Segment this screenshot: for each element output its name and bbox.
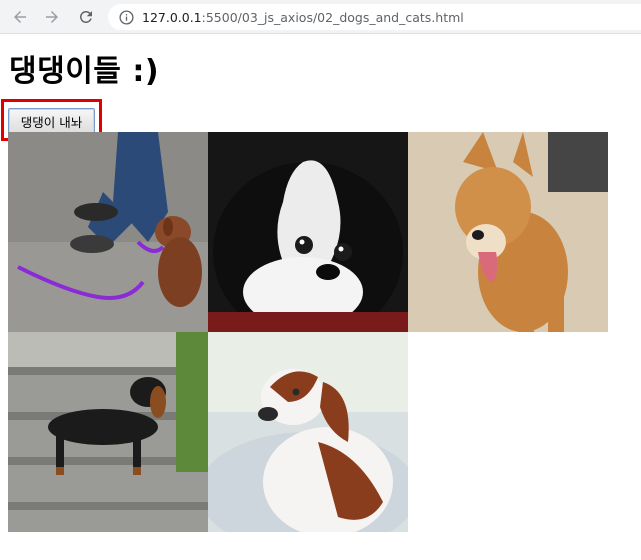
back-button[interactable] [8, 5, 32, 29]
dog-image-4 [8, 332, 208, 532]
forward-button[interactable] [40, 5, 64, 29]
address-bar[interactable]: 127.0.0.1:5500/03_js_axios/02_dogs_and_c… [108, 4, 641, 30]
fetch-dogs-button[interactable]: 댕댕이 내놔 [8, 108, 95, 134]
url-path: :5500/03_js_axios/02_dogs_and_cats.html [201, 9, 464, 25]
arrow-left-icon [14, 11, 26, 23]
dog-image-5 [208, 332, 408, 532]
dog-image-3 [408, 132, 608, 332]
page-title: 댕댕이들 :) [9, 54, 160, 89]
url-text: 127.0.0.1:5500/03_js_axios/02_dogs_and_c… [142, 10, 464, 25]
reload-icon [79, 10, 92, 23]
arrow-right-icon [46, 11, 58, 23]
url-host: 127.0.0.1 [142, 9, 202, 25]
browser-toolbar: 127.0.0.1:5500/03_js_axios/02_dogs_and_c… [0, 0, 641, 34]
info-icon[interactable] [118, 9, 134, 25]
dog-gallery [8, 132, 608, 532]
dog-image-2 [208, 132, 408, 332]
reload-button[interactable] [74, 5, 98, 29]
dog-image-1 [8, 132, 208, 332]
